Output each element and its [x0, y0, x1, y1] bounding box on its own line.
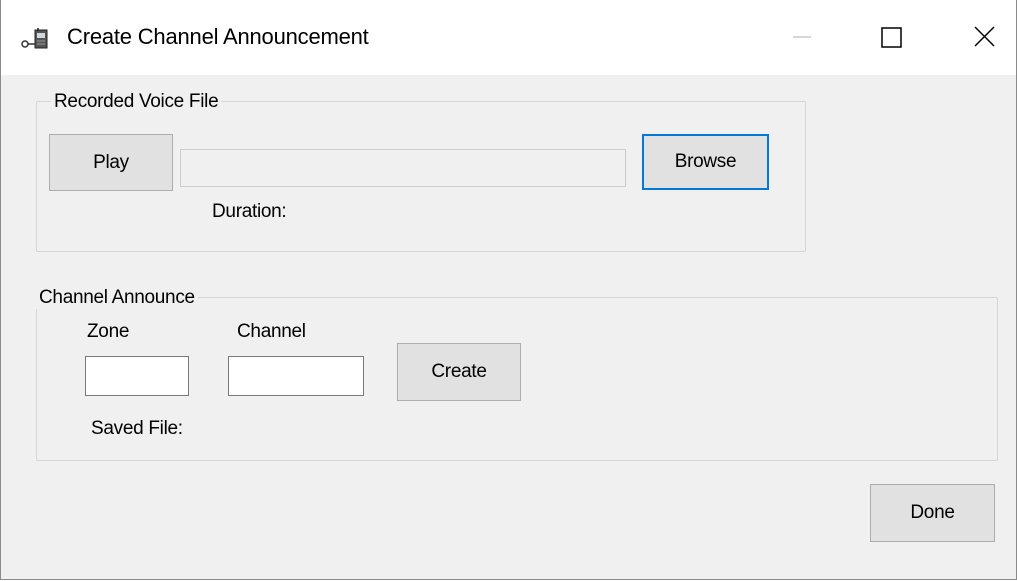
browse-button[interactable]: Browse	[642, 134, 769, 190]
voice-file-path-field[interactable]	[180, 149, 626, 187]
channel-announce-legend: Channel Announce	[36, 287, 198, 309]
saved-file-label: Saved File:	[91, 418, 183, 439]
window-title: Create Channel Announcement	[67, 24, 369, 49]
minimize-button[interactable]	[781, 10, 841, 64]
dialog-window: Create Channel Announcement Recorded Voi…	[0, 0, 1017, 580]
maximize-button[interactable]	[863, 10, 923, 64]
create-button[interactable]: Create	[397, 343, 521, 401]
zone-input[interactable]	[85, 356, 189, 396]
duration-label: Duration:	[212, 201, 287, 222]
done-button[interactable]: Done	[870, 484, 995, 542]
zone-label: Zone	[87, 321, 130, 342]
channel-label: Channel	[237, 321, 306, 342]
title-bar[interactable]: Create Channel Announcement	[1, 0, 1016, 75]
radio-app-icon	[21, 26, 57, 50]
close-button[interactable]	[956, 10, 1016, 64]
channel-input[interactable]	[228, 356, 364, 396]
play-button[interactable]: Play	[49, 134, 173, 191]
recorded-voice-legend: Recorded Voice File	[51, 91, 222, 113]
